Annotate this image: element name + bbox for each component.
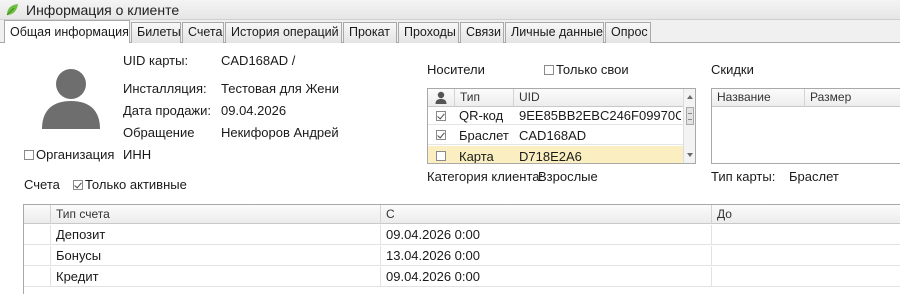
organization-checkbox[interactable] [24,150,34,160]
scroll-up-icon[interactable] [687,95,693,99]
card-uid-value: CAD168AD / [221,53,296,68]
person-icon [435,91,447,104]
row-indicator [24,225,51,245]
carrier-row-checkbox[interactable] [436,130,446,140]
card-type-label: Тип карты: [711,169,776,184]
tab-tickets[interactable]: Билеты [131,22,181,43]
carrier-uid: D718E2A6 [519,149,582,164]
card-type-value: Браслет [789,169,839,184]
installation-value: Тестовая для Жени [221,81,339,96]
tab-operations-history[interactable]: История операций [225,22,342,43]
account-type-cell: Депозит [51,225,381,245]
user-silhouette-icon [42,69,100,129]
account-from-header[interactable]: С [381,205,712,224]
sale-date-value: 09.04.2026 [221,103,287,118]
carrier-type-header[interactable]: Тип [455,89,514,107]
carriers-grid: Тип UID QR-код 9EE85BB2EBC246F09970C... … [427,88,696,164]
sale-date-label: Дата продажи: [123,103,211,118]
table-row[interactable]: Карта D718E2A6 [428,146,683,164]
row-indicator-header [24,205,51,224]
account-to-header[interactable]: До [712,205,900,224]
only-own-checkbox[interactable] [544,65,554,75]
account-type-cell: Кредит [51,267,381,287]
client-category-label: Категория клиента: [427,169,544,184]
account-to-cell [712,225,900,245]
carrier-row-checkbox[interactable] [436,111,446,121]
window-title: Информация о клиенте [26,2,180,18]
account-to-cell [712,267,900,287]
carrier-uid: 9EE85BB2EBC246F09970C... [519,108,681,123]
account-type-header[interactable]: Тип счета [51,205,381,224]
tab-personal-data[interactable]: Личные данные [505,22,604,43]
tab-rental[interactable]: Прокат [343,22,397,43]
carrier-type: QR-код [459,108,504,123]
row-indicator [24,246,51,266]
row-indicator [24,267,51,287]
account-to-cell [712,246,900,266]
scroll-thumb[interactable] [686,107,694,125]
installation-label: Инсталляция: [123,81,207,96]
accounts-header-row: Тип счета С До [24,205,900,224]
discount-name-header[interactable]: Название [712,89,805,107]
account-type-cell: Бонусы [51,246,381,266]
carrier-uid-header[interactable]: UID [514,89,683,107]
carrier-row-checkbox[interactable] [436,151,446,161]
tab-links[interactable]: Связи [460,22,504,43]
tab-bar: Общая информация Билеты Счета История оп… [0,20,900,44]
salutation-value: Некифоров Андрей [221,125,339,140]
carrier-select-column [428,89,455,107]
organization-label: Организация [36,147,115,162]
account-from-cell: 09.04.2026 0:00 [381,225,712,245]
only-own-label: Только свои [556,62,629,77]
carriers-scrollbar[interactable] [683,89,695,163]
table-row[interactable]: QR-код 9EE85BB2EBC246F09970C... [428,107,683,125]
only-active-label: Только активные [85,177,187,192]
account-from-cell: 13.04.2026 0:00 [381,246,712,266]
inn-label: ИНН [123,147,152,162]
client-category-value: Взрослые [538,169,598,184]
accounts-title: Счета [24,177,60,192]
table-row[interactable]: Депозит 09.04.2026 0:00 [24,225,900,245]
carrier-type: Карта [459,149,494,164]
account-from-cell: 09.04.2026 0:00 [381,267,712,287]
window-titlebar: Информация о клиенте [0,0,900,20]
table-row[interactable]: Бонусы 13.04.2026 0:00 [24,246,900,266]
only-active-checkbox[interactable] [73,180,83,190]
accounts-grid: Тип счета С До Депозит 09.04.2026 0:00 Б… [23,204,900,294]
tab-passes[interactable]: Проходы [398,22,459,43]
carrier-uid: CAD168AD [519,128,587,143]
tab-accounts[interactable]: Счета [182,22,224,43]
general-info-panel: UID карты: CAD168AD / Инсталляция: Тесто… [0,43,900,294]
scroll-down-icon[interactable] [687,153,693,157]
table-row[interactable]: Браслет CAD168AD [428,126,683,145]
discount-size-header[interactable]: Размер [805,89,900,107]
card-uid-label: UID карты: [123,53,189,68]
discounts-title: Скидки [711,62,754,77]
tab-general-info[interactable]: Общая информация [4,20,130,44]
tab-survey[interactable]: Опрос [605,22,651,43]
leaf-icon [6,4,18,16]
discounts-grid: Название Размер [711,88,900,164]
carrier-type: Браслет [459,128,509,143]
table-row[interactable]: Кредит 09.04.2026 0:00 [24,267,900,287]
salutation-label: Обращение [123,125,195,140]
carriers-title: Носители [427,62,485,77]
